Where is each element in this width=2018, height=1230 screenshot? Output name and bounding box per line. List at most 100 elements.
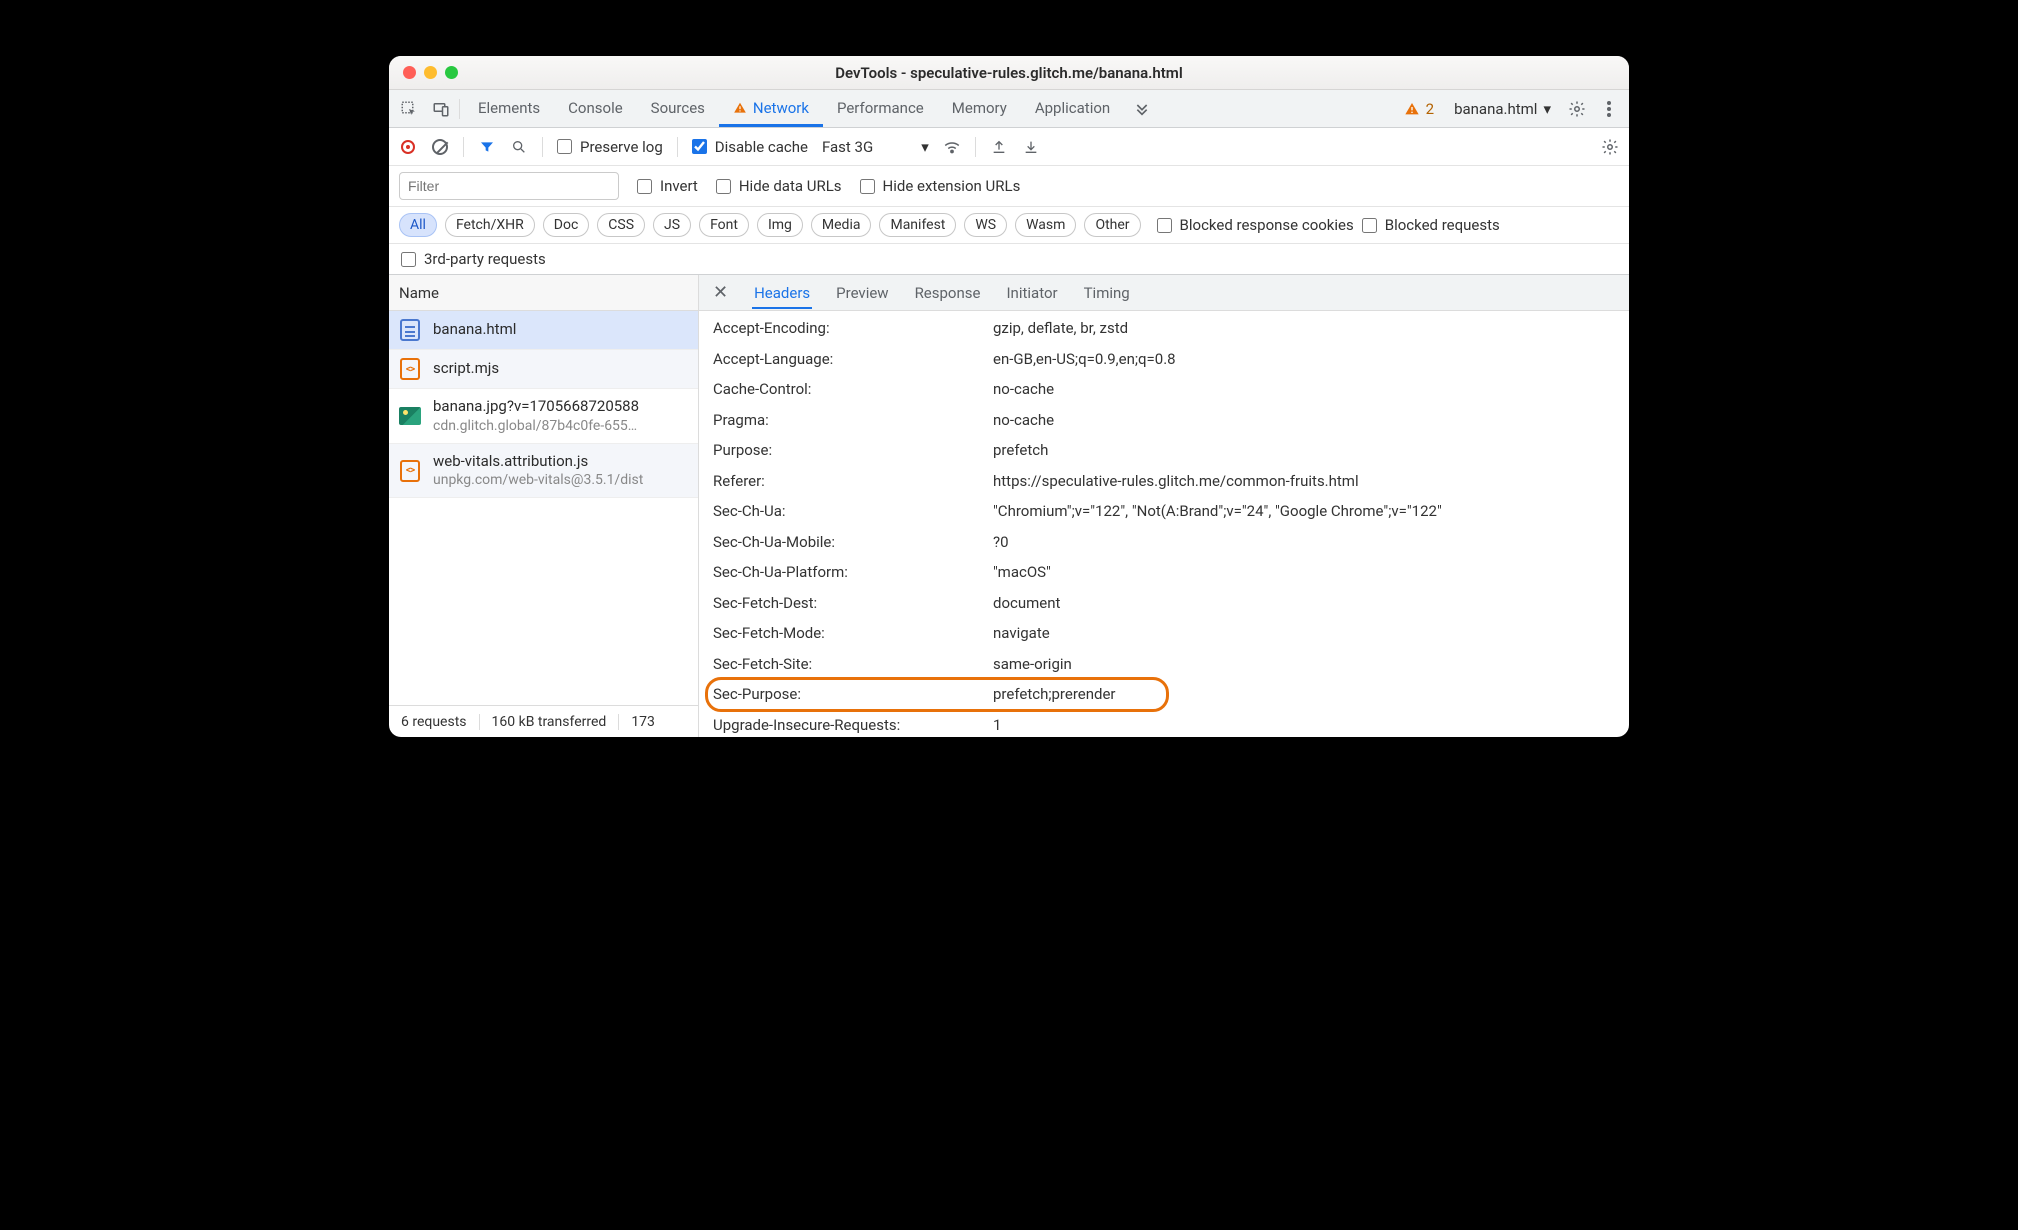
chip-all[interactable]: All bbox=[399, 213, 437, 237]
tab-application[interactable]: Application bbox=[1021, 91, 1124, 127]
disable-cache-label: Disable cache bbox=[715, 138, 808, 156]
hide-extension-url-checkbox[interactable]: Hide extension URLs bbox=[860, 177, 1021, 195]
header-name: Sec-Ch-Ua: bbox=[713, 500, 993, 523]
request-row[interactable]: <>script.mjs bbox=[389, 350, 698, 389]
header-row: Referer:https://speculative-rules.glitch… bbox=[699, 466, 1629, 497]
more-tabs-icon[interactable] bbox=[1128, 95, 1156, 123]
header-value: navigate bbox=[993, 622, 1629, 645]
request-row[interactable]: banana.html bbox=[389, 311, 698, 350]
close-detail-button[interactable]: ✕ bbox=[707, 282, 734, 303]
chip-img[interactable]: Img bbox=[757, 213, 803, 237]
header-name: Sec-Ch-Ua-Platform: bbox=[713, 561, 993, 584]
warning-icon bbox=[733, 101, 747, 115]
invert-checkbox[interactable]: Invert bbox=[637, 177, 698, 195]
tab-network[interactable]: Network bbox=[719, 91, 823, 127]
chevron-down-icon: ▾ bbox=[921, 138, 929, 156]
download-icon[interactable] bbox=[1022, 138, 1040, 156]
request-row[interactable]: <> web-vitals.attribution.jsunpkg.com/web… bbox=[389, 444, 698, 499]
tab-elements[interactable]: Elements bbox=[464, 91, 554, 127]
detail-tab-timing[interactable]: Timing bbox=[1082, 277, 1132, 309]
separator bbox=[459, 99, 460, 119]
chip-doc[interactable]: Doc bbox=[543, 213, 590, 237]
third-party-label: 3rd-party requests bbox=[424, 250, 546, 268]
third-party-checkbox[interactable]: 3rd-party requests bbox=[401, 250, 1617, 268]
detail-tab-initiator[interactable]: Initiator bbox=[1004, 277, 1059, 309]
blocked-cookies-checkbox[interactable]: Blocked response cookies bbox=[1157, 216, 1354, 234]
filter-icon[interactable] bbox=[478, 138, 496, 156]
window-title: DevTools - speculative-rules.glitch.me/b… bbox=[389, 64, 1629, 82]
minimize-window-button[interactable] bbox=[424, 66, 437, 79]
context-selector[interactable]: banana.html ▾ bbox=[1446, 100, 1559, 118]
chevron-down-icon: ▾ bbox=[1543, 100, 1551, 118]
header-value: same-origin bbox=[993, 653, 1629, 676]
issues-badge[interactable]: 2 bbox=[1396, 100, 1442, 118]
zoom-window-button[interactable] bbox=[445, 66, 458, 79]
chip-ws[interactable]: WS bbox=[964, 213, 1007, 237]
header-name: Upgrade-Insecure-Requests: bbox=[713, 714, 993, 737]
throttle-value: Fast 3G bbox=[822, 138, 873, 156]
header-name: Cache-Control: bbox=[713, 378, 993, 401]
devtools-window: DevTools - speculative-rules.glitch.me/b… bbox=[389, 56, 1629, 737]
request-info: web-vitals.attribution.jsunpkg.com/web-v… bbox=[433, 452, 688, 490]
detail-tab-headers[interactable]: Headers bbox=[752, 277, 812, 309]
gear-icon[interactable] bbox=[1601, 138, 1619, 156]
chip-fetchxhr[interactable]: Fetch/XHR bbox=[445, 213, 535, 237]
inspect-icon[interactable] bbox=[395, 95, 423, 123]
detail-tab-preview[interactable]: Preview bbox=[834, 277, 890, 309]
chip-font[interactable]: Font bbox=[699, 213, 749, 237]
header-row: Sec-Fetch-Site:same-origin bbox=[699, 649, 1629, 680]
hide-data-url-checkbox[interactable]: Hide data URLs bbox=[716, 177, 842, 195]
chip-media[interactable]: Media bbox=[811, 213, 872, 237]
chip-other[interactable]: Other bbox=[1084, 213, 1140, 237]
tab-memory[interactable]: Memory bbox=[938, 91, 1021, 127]
clear-button[interactable] bbox=[431, 138, 449, 156]
headers-list[interactable]: Accept-Encoding:gzip, deflate, br, zstdA… bbox=[699, 311, 1629, 737]
disable-cache-checkbox[interactable]: Disable cache bbox=[692, 138, 808, 156]
record-button[interactable] bbox=[399, 138, 417, 156]
header-row: Sec-Purpose:prefetch;prerender bbox=[699, 679, 1629, 710]
status-bar: 6 requests 160 kB transferred 173 bbox=[389, 705, 698, 737]
close-window-button[interactable] bbox=[403, 66, 416, 79]
document-icon bbox=[399, 319, 421, 341]
separator bbox=[542, 137, 543, 157]
device-toggle-icon[interactable] bbox=[427, 95, 455, 123]
tab-performance[interactable]: Performance bbox=[823, 91, 938, 127]
chip-wasm[interactable]: Wasm bbox=[1015, 213, 1076, 237]
header-value: no-cache bbox=[993, 378, 1629, 401]
script-icon: <> bbox=[399, 460, 421, 482]
throttle-select[interactable]: Fast 3G ▾ bbox=[822, 138, 929, 156]
header-name: Sec-Fetch-Dest: bbox=[713, 592, 993, 615]
tab-sources[interactable]: Sources bbox=[637, 91, 719, 127]
chip-css[interactable]: CSS bbox=[597, 213, 645, 237]
tab-console[interactable]: Console bbox=[554, 91, 637, 127]
context-label: banana.html bbox=[1454, 100, 1537, 118]
header-row: Sec-Ch-Ua:"Chromium";v="122", "Not(A:Bra… bbox=[699, 496, 1629, 527]
chip-manifest[interactable]: Manifest bbox=[879, 213, 956, 237]
request-info: banana.html bbox=[433, 320, 688, 340]
name-column-header[interactable]: Name bbox=[389, 275, 698, 311]
blocked-requests-checkbox[interactable]: Blocked requests bbox=[1362, 216, 1500, 234]
request-name: script.mjs bbox=[433, 359, 688, 379]
issues-count: 2 bbox=[1426, 100, 1434, 118]
warning-icon bbox=[1404, 101, 1420, 117]
header-row: Accept-Encoding:gzip, deflate, br, zstd bbox=[699, 313, 1629, 344]
network-conditions-icon[interactable] bbox=[943, 138, 961, 156]
traffic-lights bbox=[403, 66, 458, 79]
detail-tab-response[interactable]: Response bbox=[913, 277, 983, 309]
request-name: banana.html bbox=[433, 320, 688, 340]
request-list-panel: Name banana.html<>script.mjsbanana.jpg?v… bbox=[389, 275, 699, 737]
gear-icon[interactable] bbox=[1563, 95, 1591, 123]
header-row: Pragma:no-cache bbox=[699, 405, 1629, 436]
kebab-icon[interactable] bbox=[1595, 95, 1623, 123]
header-row: Sec-Ch-Ua-Platform:"macOS" bbox=[699, 557, 1629, 588]
status-resources: 173 bbox=[619, 714, 667, 730]
separator bbox=[975, 137, 976, 157]
search-icon[interactable] bbox=[510, 138, 528, 156]
chip-js[interactable]: JS bbox=[653, 213, 691, 237]
header-value: ?0 bbox=[993, 531, 1629, 554]
filter-input[interactable] bbox=[399, 172, 619, 200]
separator bbox=[463, 137, 464, 157]
upload-icon[interactable] bbox=[990, 138, 1008, 156]
request-row[interactable]: banana.jpg?v=1705668720588cdn.glitch.glo… bbox=[389, 389, 698, 444]
preserve-log-checkbox[interactable]: Preserve log bbox=[557, 138, 663, 156]
